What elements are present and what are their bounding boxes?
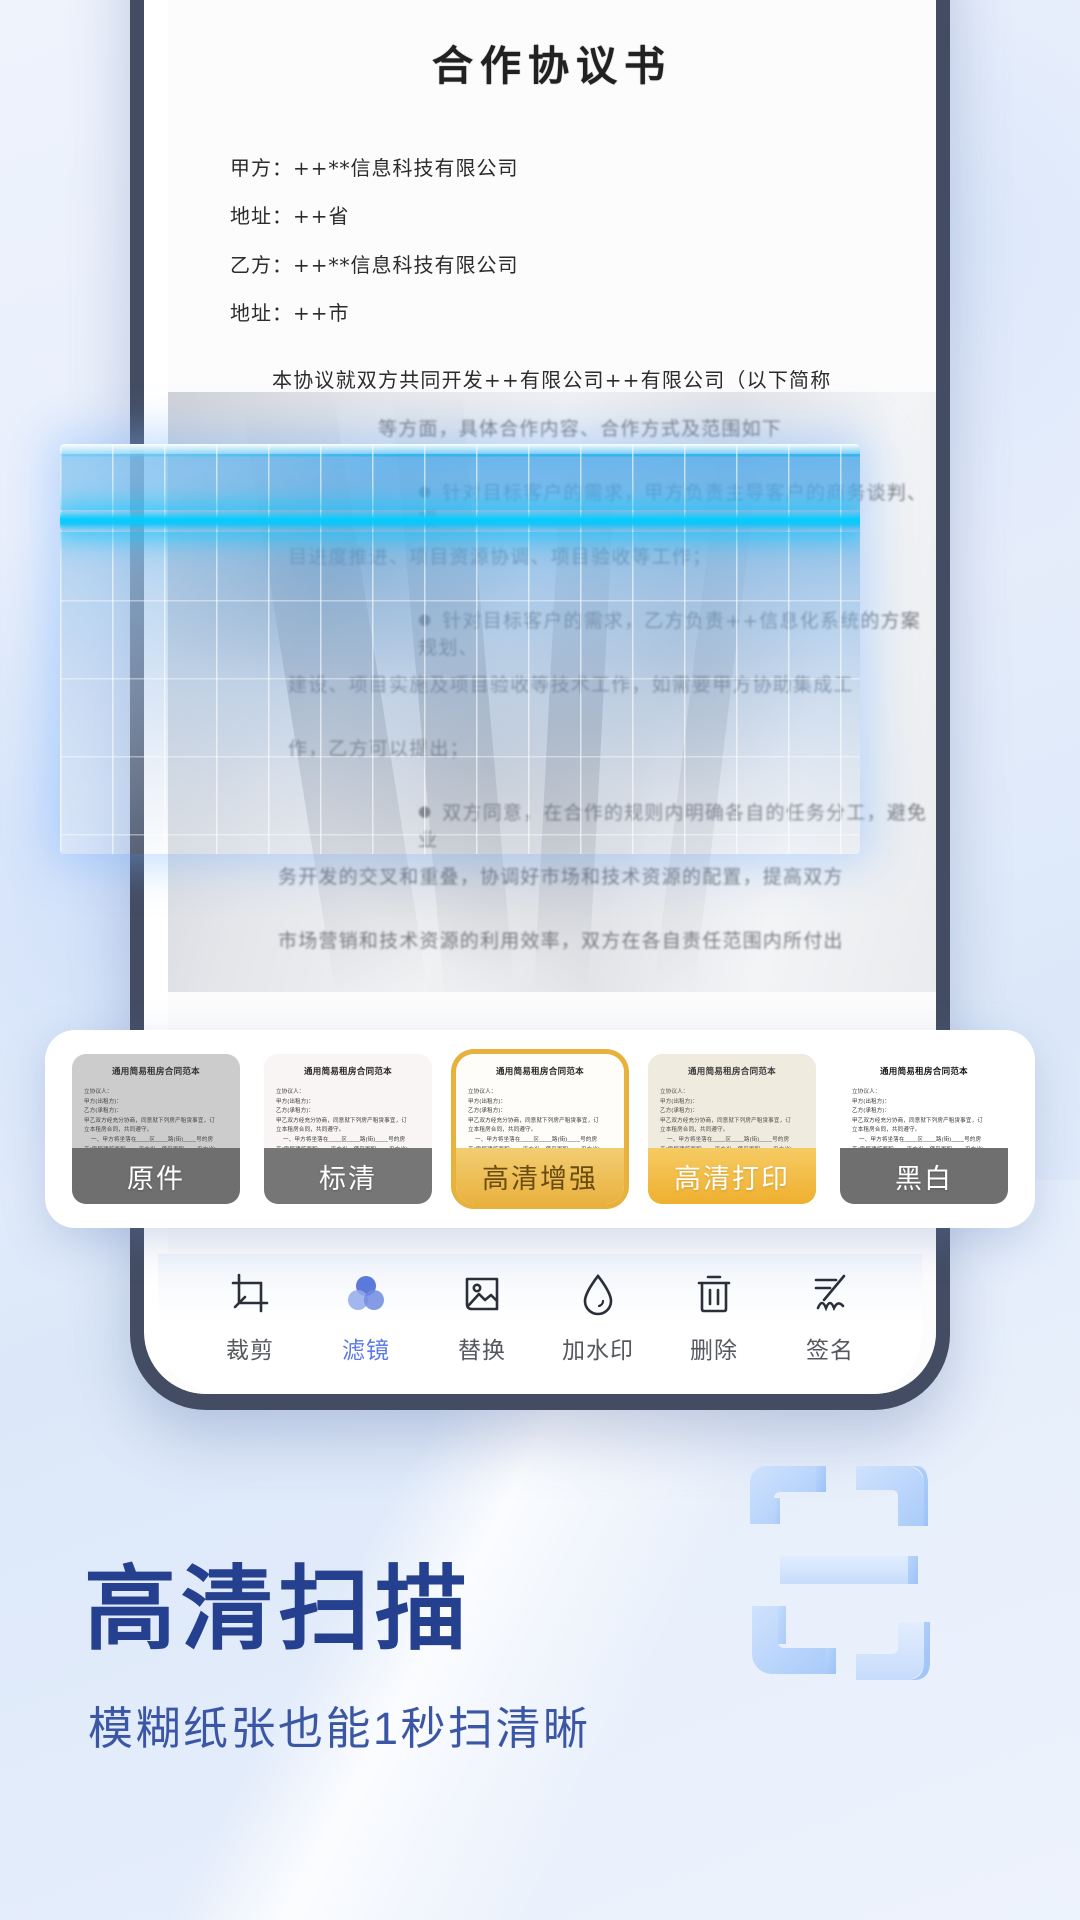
thumb-line: 立协议人： — [660, 1089, 689, 1095]
raw-line-0: 等方面，具体合作内容、合作方式及范围如下 — [378, 418, 783, 440]
thumb-line: 甲乙双方经充分协商，同意就下列房产租赁事宜，订 — [84, 1117, 215, 1124]
thumb-line: 立协议人： — [276, 1089, 305, 1095]
filter-label-band: 高清增强 — [456, 1148, 624, 1204]
toolbar-label-crop: 裁剪 — [226, 1336, 274, 1363]
thumb-line: 甲方(出租方)： — [276, 1098, 315, 1105]
thumb-line: 立本租房合同，共同遵守。 — [276, 1127, 345, 1134]
toolbar-label-replace: 替换 — [458, 1336, 506, 1363]
filter-option-standard[interactable]: 通用简易租房合同范本 立协议人： 甲方(出租方)： 乙方(承租方)： 甲乙双方经… — [264, 1054, 432, 1204]
filter-label-standard: 标清 — [319, 1163, 377, 1194]
toolbar-item-filter[interactable]: 滤镜 — [310, 1270, 422, 1365]
thumb-line: 立本租房合同，共同遵守。 — [84, 1127, 153, 1134]
thumb-line: 一、甲方将坐落在____区____路(街)____号的房 — [91, 1136, 214, 1143]
toolbar-item-signature[interactable]: 签名 — [774, 1270, 886, 1365]
filter-label-band: 原件 — [72, 1148, 240, 1204]
filter-option-blackwhite[interactable]: 通用简易租房合同范本 立协议人： 甲方(出租方)： 乙方(承租方)： 甲乙双方经… — [840, 1054, 1008, 1204]
filter-option-hd-print[interactable]: 通用简易租房合同范本 立协议人： 甲方(出租方)： 乙方(承租方)： 甲乙双方经… — [648, 1054, 816, 1204]
thumb-title: 通用简易租房合同范本 — [879, 1066, 968, 1076]
thumb-line: 立协议人： — [852, 1089, 881, 1095]
toolbar-item-replace[interactable]: 替换 — [426, 1270, 538, 1365]
toolbar-label-delete: 删除 — [690, 1336, 738, 1363]
document-field-3: 地址：++市 — [230, 301, 350, 326]
filter-selector-panel: 通用简易租房合同范本 立协议人： 甲方(出租方)： 乙方(承租方)： 甲乙双方经… — [45, 1030, 1035, 1228]
document-field-0: 甲方：++**信息科技有限公司 — [230, 156, 519, 180]
thumb-line: 甲方(出租方)： — [660, 1098, 699, 1105]
toolbar-item-watermark[interactable]: 加水印 — [542, 1270, 654, 1365]
toolbar-item-delete[interactable]: 删除 — [658, 1270, 770, 1365]
thumb-line: 立协议人： — [468, 1089, 497, 1095]
trash-icon — [690, 1270, 738, 1318]
thumb-line: 立本租房合同，共同遵守。 — [660, 1127, 729, 1134]
thumb-line: 甲乙双方经充分协商，同意就下列房产租赁事宜，订 — [468, 1117, 599, 1124]
watermark-icon — [574, 1270, 622, 1318]
thumb-line: 乙方(承租方)： — [84, 1108, 123, 1115]
thumb-line: 乙方(承租方)： — [660, 1108, 699, 1115]
signature-icon — [806, 1270, 854, 1318]
thumb-line: 一、甲方将坐落在____区____路(街)____号的房 — [475, 1136, 598, 1143]
filter-option-hd-enhance[interactable]: 通用简易租房合同范本 立协议人： 甲方(出租方)： 乙方(承租方)： 甲乙双方经… — [456, 1054, 624, 1204]
thumb-line: 乙方(承租方)： — [468, 1108, 507, 1115]
page-title: 高清扫描 — [84, 1559, 473, 1661]
toolbar-label-filter: 滤镜 — [342, 1336, 390, 1363]
scan-frame-icon — [708, 1416, 1008, 1716]
thumb-line: 立本租房合同，共同遵守。 — [852, 1127, 921, 1134]
filter-label-band: 标清 — [264, 1148, 432, 1204]
thumb-line: 甲乙双方经充分协商，同意就下列房产租赁事宜，订 — [660, 1117, 791, 1124]
filter-label-band: 高清打印 — [648, 1148, 816, 1204]
filter-label-original: 原件 — [127, 1163, 185, 1194]
thumb-line: 立协议人： — [84, 1089, 113, 1095]
document-title: 合作协议书 — [432, 42, 672, 90]
thumb-line: 一、甲方将坐落在____区____路(街)____号的房 — [859, 1136, 982, 1143]
scan-beam-line — [60, 510, 860, 532]
thumb-title: 通用简易租房合同范本 — [303, 1066, 392, 1076]
thumb-line: 一、甲方将坐落在____区____路(街)____号的房 — [667, 1136, 790, 1143]
toolbar-label-watermark: 加水印 — [562, 1336, 634, 1363]
raw-line-8: 市场营销和技术资源的利用效率，双方在各自责任范围内所付出 — [278, 930, 844, 952]
filter-label-hd-enhance: 高清增强 — [482, 1163, 598, 1194]
thumb-title: 通用简易租房合同范本 — [111, 1066, 200, 1076]
toolbar-label-signature: 签名 — [806, 1336, 854, 1363]
raw-line-7: 务开发的交叉和重叠，协调好市场和技术资源的配置，提高双方 — [278, 866, 844, 888]
document-field-1: 地址：++省 — [230, 204, 350, 229]
thumb-line: 立本租房合同，共同遵守。 — [468, 1127, 537, 1134]
replace-icon — [458, 1270, 506, 1318]
toolbar-item-crop[interactable]: 裁剪 — [194, 1270, 306, 1365]
filter-label-hd-print: 高清打印 — [674, 1163, 790, 1194]
filter-label-blackwhite: 黑白 — [895, 1163, 953, 1194]
thumb-line: 甲方(出租方)： — [852, 1098, 891, 1105]
thumb-title: 通用简易租房合同范本 — [687, 1066, 776, 1076]
thumb-line: 甲方(出租方)： — [84, 1098, 123, 1105]
page-subtitle: 模糊纸张也能1秒扫清晰 — [88, 1703, 591, 1754]
thumb-line: 甲方(出租方)： — [468, 1098, 507, 1105]
filter-label-band: 黑白 — [840, 1148, 1008, 1204]
thumb-line: 甲乙双方经充分协商，同意就下列房产租赁事宜，订 — [276, 1117, 407, 1124]
thumb-line: 乙方(承租方)： — [276, 1108, 315, 1115]
crop-icon — [226, 1270, 274, 1318]
thumb-line: 甲乙双方经充分协商，同意就下列房产租赁事宜，订 — [852, 1117, 983, 1124]
scan-overlay-sheen — [60, 444, 860, 854]
document-field-2: 乙方：++**信息科技有限公司 — [230, 252, 519, 277]
thumb-line: 一、甲方将坐落在____区____路(街)____号的房 — [283, 1136, 406, 1143]
scan-overlay — [60, 444, 860, 854]
scan-top-edge — [60, 444, 860, 454]
thumb-title: 通用简易租房合同范本 — [495, 1066, 584, 1076]
thumb-line: 乙方(承租方)： — [852, 1108, 891, 1115]
editor-toolbar: 裁剪 滤镜 替换 加水印 删除 签名 — [158, 1254, 922, 1394]
filter-option-original[interactable]: 通用简易租房合同范本 立协议人： 甲方(出租方)： 乙方(承租方)： 甲乙双方经… — [72, 1054, 240, 1204]
filter-icon — [342, 1270, 390, 1318]
